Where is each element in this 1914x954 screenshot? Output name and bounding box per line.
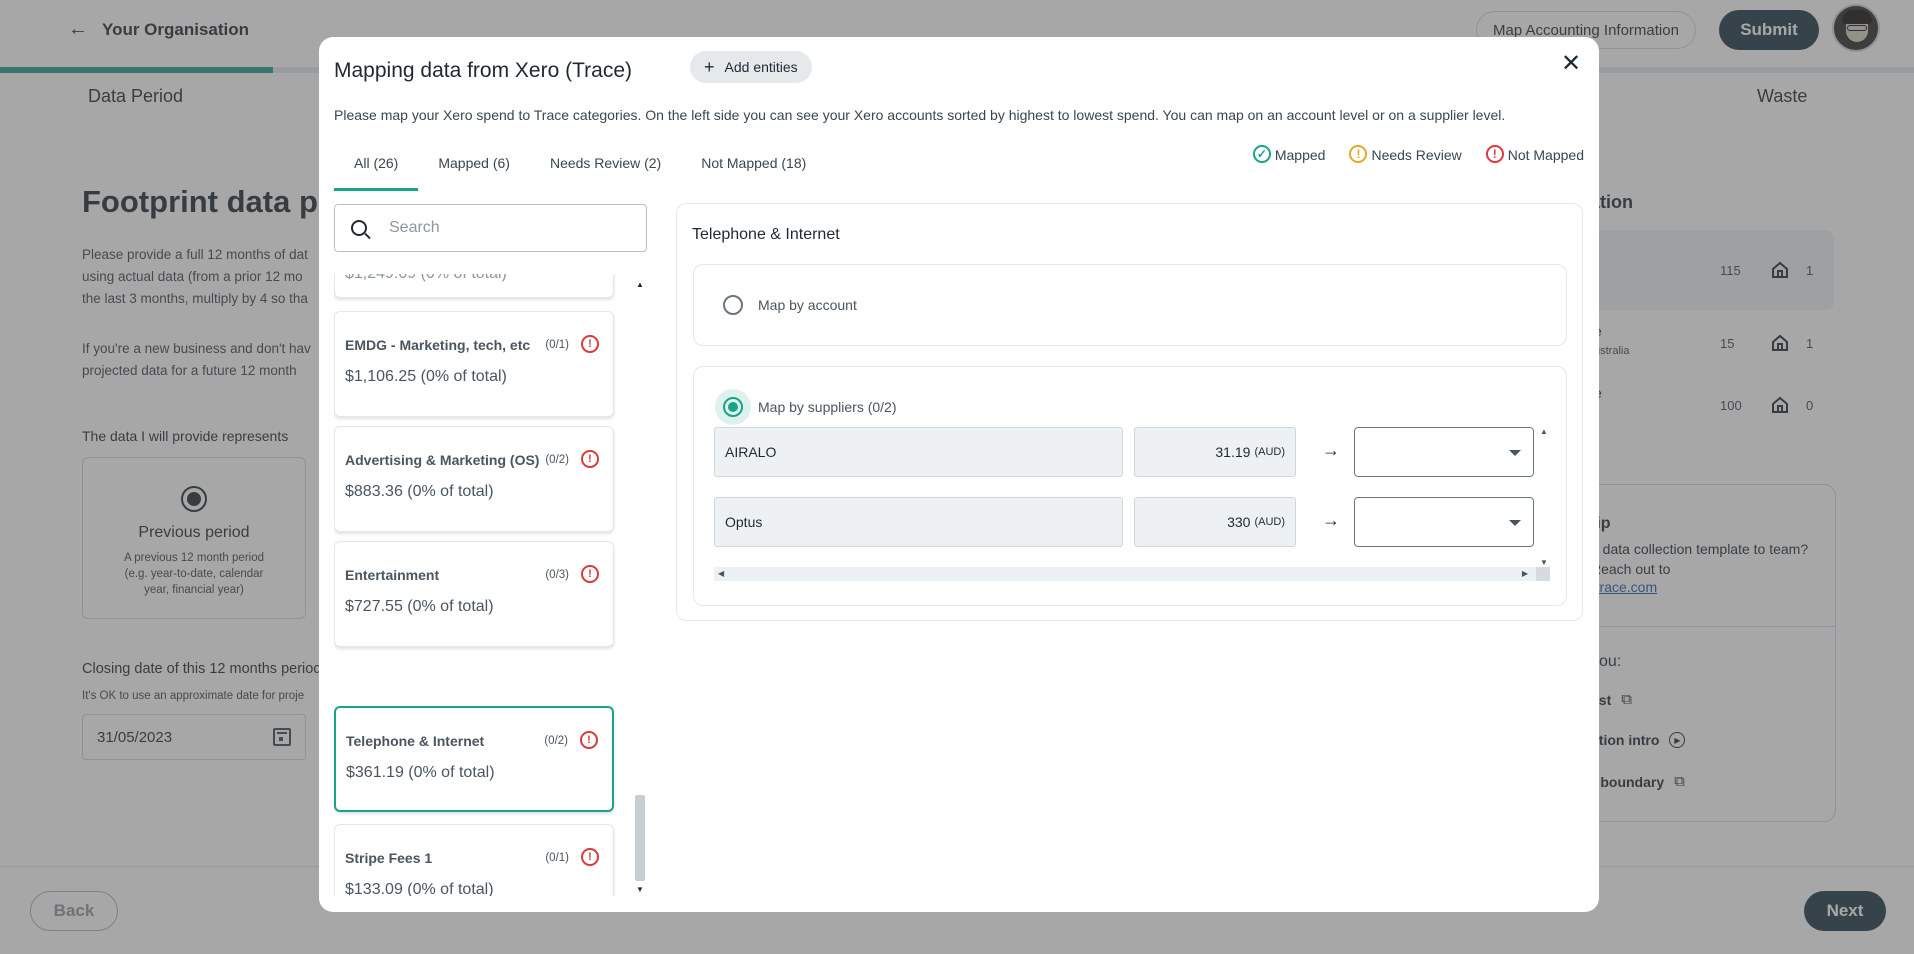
map-by-account-option[interactable]: Map by account [693, 264, 1567, 346]
search-icon [351, 220, 367, 236]
supplier-amount-value: 31.19 [1215, 444, 1251, 460]
scrollbar-thumb[interactable] [635, 795, 645, 881]
scroll-up-icon[interactable]: ▲ [1540, 427, 1548, 436]
not-mapped-icon: ! [581, 450, 599, 468]
tab-not-mapped[interactable]: Not Mapped (18) [681, 147, 826, 191]
add-entities-label: Add entities [724, 59, 798, 75]
account-supplier-count: (0/3) [545, 569, 569, 581]
not-mapped-icon: ! [581, 565, 599, 583]
legend-label: Not Mapped [1507, 147, 1584, 163]
category-select[interactable] [1354, 427, 1534, 477]
account-supplier-count: (0/1) [545, 339, 569, 351]
map-by-suppliers-label: Map by suppliers (0/2) [758, 399, 897, 415]
account-detail-panel: Telephone & Internet Map by account Map … [676, 203, 1583, 621]
arrow-right-icon: → [1322, 440, 1340, 460]
mapping-modal: Mapping data from Xero (Trace) + Add ent… [319, 37, 1599, 912]
map-by-account-label: Map by account [758, 297, 857, 313]
not-mapped-icon: ! [581, 335, 599, 353]
account-card-selected[interactable]: Telephone & Internet (0/2) ! $361.19 (0%… [334, 706, 614, 812]
account-amount: $133.09 (0% of total) [345, 881, 494, 896]
modal-description: Please map your Xero spend to Trace cate… [334, 107, 1506, 123]
supplier-currency: (AUD) [1254, 516, 1285, 528]
account-card[interactable]: Advertising & Marketing (OS) (0/2) ! $88… [334, 426, 614, 532]
scroll-down-icon[interactable]: ▼ [1540, 558, 1548, 567]
tab-needs-review[interactable]: Needs Review (2) [530, 147, 681, 191]
account-card[interactable]: Entertainment (0/3) ! $727.55 (0% of tot… [334, 541, 614, 647]
legend-not-mapped: ! Not Mapped [1485, 145, 1584, 163]
search-field[interactable] [334, 204, 647, 252]
scroll-down-icon[interactable]: ▼ [636, 885, 644, 894]
account-amount: $361.19 (0% of total) [346, 764, 495, 781]
account-name: Advertising & Marketing (OS) [345, 452, 540, 468]
account-supplier-count: (0/1) [545, 852, 569, 864]
account-list: $1,249.09 (0% of total) EMDG - Marketing… [334, 274, 616, 896]
scroll-right-icon[interactable]: ▶ [1522, 569, 1528, 578]
account-name: EMDG - Marketing, tech, etc [345, 337, 531, 353]
supplier-name: AIRALO [714, 427, 1123, 477]
supplier-currency: (AUD) [1254, 446, 1285, 458]
supplier-amount: 330 (AUD) [1134, 497, 1296, 547]
radio-selected-icon[interactable] [715, 389, 751, 425]
legend-label: Mapped [1274, 147, 1326, 163]
error-circle-icon: ! [1485, 145, 1504, 163]
scroll-up-icon[interactable]: ▲ [636, 280, 644, 289]
add-entities-button[interactable]: + Add entities [690, 51, 812, 83]
plus-icon: + [704, 57, 715, 77]
search-input[interactable] [389, 219, 619, 237]
account-amount: $1,106.25 (0% of total) [345, 368, 507, 385]
account-list-scrollbar[interactable]: ▲ ▼ [633, 274, 647, 896]
not-mapped-icon: ! [580, 731, 598, 749]
account-card[interactable]: EMDG - Marketing, tech, etc (0/1) ! $1,1… [334, 311, 614, 417]
legend-mapped: ✓ Mapped [1252, 145, 1326, 163]
tab-all[interactable]: All (26) [334, 147, 419, 191]
status-legend: ✓ Mapped ! Needs Review ! Not Mapped [1252, 145, 1584, 163]
supplier-row: AIRALO 31.19 (AUD) → [714, 427, 1550, 477]
close-icon[interactable]: ✕ [1559, 50, 1583, 77]
suppliers-horizontal-scrollbar[interactable]: ◀ ▶ [714, 567, 1550, 581]
category-select[interactable] [1354, 497, 1534, 547]
account-amount: $883.36 (0% of total) [345, 483, 494, 500]
supplier-amount: 31.19 (AUD) [1134, 427, 1296, 477]
scroll-left-icon[interactable]: ◀ [718, 569, 724, 578]
scrollbar-corner [1536, 567, 1550, 581]
chevron-down-icon [1509, 450, 1521, 456]
account-supplier-count: (0/2) [545, 454, 569, 466]
supplier-name: Optus [714, 497, 1123, 547]
arrow-right-icon: → [1322, 510, 1340, 530]
supplier-amount-value: 330 [1227, 514, 1251, 530]
account-name: Stripe Fees 1 [345, 850, 433, 866]
account-card[interactable]: Stripe Fees 1 (0/1) ! $133.09 (0% of tot… [334, 824, 614, 896]
legend-needs-review: ! Needs Review [1349, 145, 1462, 163]
filter-tabs: All (26) Mapped (6) Needs Review (2) Not… [334, 147, 826, 191]
account-amount: $727.55 (0% of total) [345, 598, 494, 615]
warning-circle-icon: ! [1349, 145, 1368, 163]
account-name: Telephone & Internet [346, 733, 485, 749]
account-name: Entertainment [345, 567, 440, 583]
supplier-row: Optus 330 (AUD) → [714, 497, 1550, 547]
suppliers-vertical-scrollbar[interactable]: ▲ ▼ [1536, 427, 1550, 567]
tab-mapped[interactable]: Mapped (6) [418, 147, 530, 191]
account-card[interactable]: $1,249.09 (0% of total) [334, 274, 614, 298]
map-by-suppliers-option[interactable]: Map by suppliers (0/2) AIRALO 31.19 (AUD… [693, 366, 1567, 606]
radio-unselected-icon[interactable] [723, 295, 743, 315]
not-mapped-icon: ! [581, 848, 599, 866]
account-supplier-count: (0/2) [544, 735, 568, 747]
modal-title: Mapping data from Xero (Trace) [334, 59, 633, 82]
account-amount: $1,249.09 (0% of total) [345, 274, 507, 283]
detail-title: Telephone & Internet [692, 226, 840, 243]
check-circle-icon: ✓ [1252, 145, 1271, 163]
legend-label: Needs Review [1371, 147, 1462, 163]
chevron-down-icon [1509, 520, 1521, 526]
